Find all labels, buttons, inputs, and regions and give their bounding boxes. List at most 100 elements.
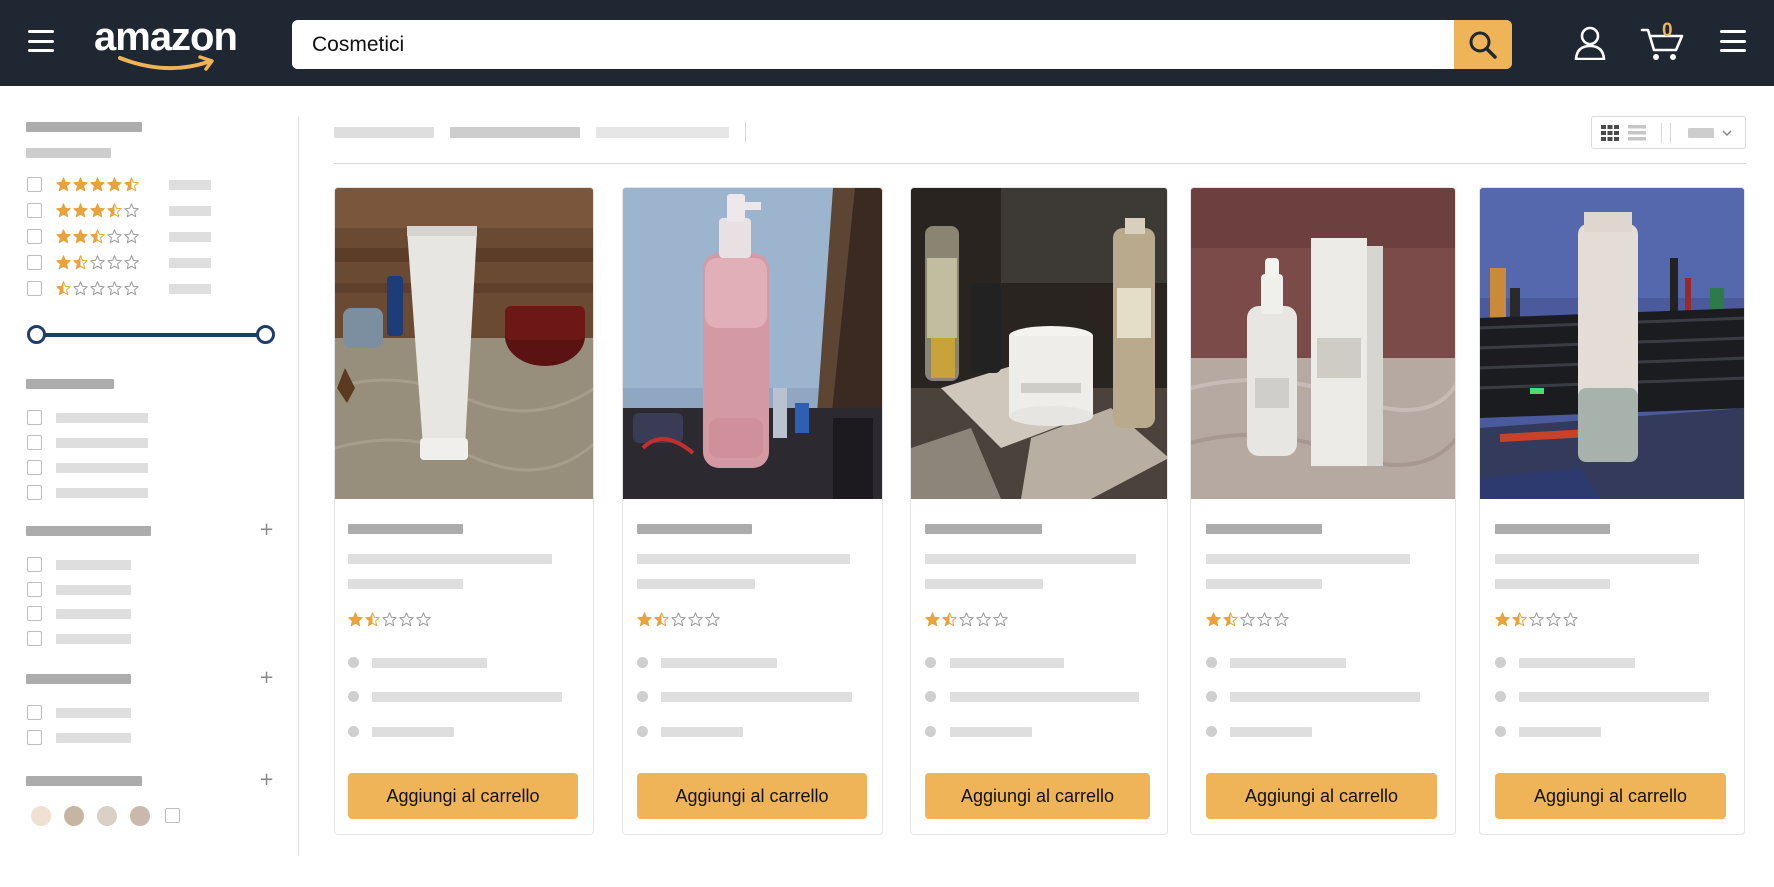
filter-group-heading-placeholder [26, 526, 151, 536]
product-card[interactable]: Aggiungi al carrello [334, 187, 594, 835]
color-swatch[interactable] [64, 806, 84, 826]
star-half-icon [73, 255, 88, 270]
add-to-cart-button[interactable]: Aggiungi al carrello [925, 773, 1150, 819]
rating-count-placeholder [169, 232, 211, 242]
search-button[interactable] [1454, 20, 1512, 69]
toolbar-separator [1670, 123, 1671, 143]
feature-bullet [925, 691, 936, 702]
color-swatch[interactable] [97, 806, 117, 826]
product-image[interactable] [1191, 188, 1455, 499]
add-to-cart-button[interactable]: Aggiungi al carrello [1206, 773, 1437, 819]
filter-checkbox[interactable] [27, 460, 42, 475]
star-empty-icon [90, 255, 105, 270]
product-rating-stars [1495, 612, 1578, 627]
color-swatch-more-checkbox[interactable] [165, 808, 180, 823]
rating-filter-checkbox[interactable] [27, 281, 42, 296]
rating-filter-stars[interactable] [56, 281, 139, 296]
feature-bullet [1206, 726, 1217, 737]
product-card[interactable]: Aggiungi al carrello [622, 187, 883, 835]
expand-plus-icon[interactable]: + [259, 667, 274, 688]
star-empty-icon [671, 612, 686, 627]
color-swatch[interactable] [31, 806, 51, 826]
feature-bullet [348, 726, 359, 737]
star-half-icon [1223, 612, 1238, 627]
search-input[interactable] [292, 20, 1454, 69]
filter-checkbox[interactable] [27, 631, 42, 646]
rating-count-placeholder [169, 258, 211, 268]
expand-plus-icon[interactable]: + [259, 769, 274, 790]
rating-filter-stars[interactable] [56, 177, 139, 192]
rating-count-placeholder [169, 284, 211, 294]
filter-checkbox[interactable] [27, 485, 42, 500]
product-card[interactable]: Aggiungi al carrello [1479, 187, 1745, 835]
product-image[interactable] [1480, 188, 1744, 499]
filter-option-placeholder [56, 463, 148, 473]
star-filled-icon [90, 177, 105, 192]
cart-button[interactable]: 0 [1640, 20, 1688, 64]
account-icon[interactable] [1574, 26, 1606, 60]
sort-dropdown[interactable] [1688, 125, 1738, 141]
product-image[interactable] [623, 188, 882, 499]
filter-checkbox[interactable] [27, 730, 42, 745]
menu-icon[interactable] [1720, 30, 1746, 52]
rating-filter-stars[interactable] [56, 203, 139, 218]
chevron-down-icon [1722, 130, 1732, 137]
product-title-placeholder [1206, 524, 1322, 534]
filter-checkbox[interactable] [27, 557, 42, 572]
feature-text-placeholder [950, 692, 1139, 702]
product-rating-stars [925, 612, 1008, 627]
rating-filter-checkbox[interactable] [27, 203, 42, 218]
filter-option-placeholder [56, 560, 131, 570]
star-half-icon [942, 612, 957, 627]
grid-view-icon[interactable] [1601, 125, 1619, 141]
filter-option-placeholder [56, 488, 148, 498]
filter-option-placeholder [56, 438, 148, 448]
rating-filter-stars[interactable] [56, 255, 139, 270]
rating-filter-checkbox[interactable] [27, 229, 42, 244]
star-filled-icon [107, 177, 122, 192]
list-view-icon[interactable] [1628, 125, 1646, 141]
star-empty-icon [90, 281, 105, 296]
filter-checkbox[interactable] [27, 705, 42, 720]
expand-plus-icon[interactable]: + [259, 519, 274, 540]
rating-filter-stars[interactable] [56, 229, 139, 244]
product-image[interactable] [335, 188, 593, 499]
feature-text-placeholder [661, 692, 852, 702]
rating-filter-checkbox[interactable] [27, 255, 42, 270]
star-empty-icon [976, 612, 991, 627]
product-title-placeholder [925, 524, 1042, 534]
menu-icon[interactable] [28, 30, 54, 52]
filter-option-placeholder [56, 585, 131, 595]
filter-option-placeholder [56, 413, 148, 423]
star-empty-icon [124, 203, 139, 218]
price-slider-min-handle[interactable] [27, 325, 46, 344]
product-description-placeholder [925, 579, 1043, 589]
amazon-logo[interactable]: amazon [94, 14, 244, 72]
add-to-cart-button[interactable]: Aggiungi al carrello [348, 773, 578, 819]
product-rating-stars [1206, 612, 1289, 627]
star-empty-icon [382, 612, 397, 627]
breadcrumb-placeholder[interactable] [596, 127, 729, 138]
filter-option-placeholder [56, 634, 131, 644]
breadcrumb-placeholder[interactable] [334, 127, 434, 138]
filter-checkbox[interactable] [27, 606, 42, 621]
feature-text-placeholder [1230, 727, 1312, 737]
product-card[interactable]: Aggiungi al carrello [1190, 187, 1456, 835]
star-half-icon [56, 281, 71, 296]
color-swatch[interactable] [130, 806, 150, 826]
star-filled-icon [73, 177, 88, 192]
filter-checkbox[interactable] [27, 410, 42, 425]
product-image[interactable] [911, 188, 1167, 499]
breadcrumb-placeholder[interactable] [450, 127, 580, 138]
add-to-cart-button[interactable]: Aggiungi al carrello [637, 773, 867, 819]
search-bar [292, 20, 1512, 69]
add-to-cart-button[interactable]: Aggiungi al carrello [1495, 773, 1726, 819]
price-slider-max-handle[interactable] [256, 325, 275, 344]
filter-checkbox[interactable] [27, 582, 42, 597]
star-empty-icon [1529, 612, 1544, 627]
product-card[interactable]: Aggiungi al carrello [910, 187, 1168, 835]
price-slider-track [36, 333, 266, 337]
rating-filter-checkbox[interactable] [27, 177, 42, 192]
toolbar-separator [745, 122, 746, 142]
filter-checkbox[interactable] [27, 435, 42, 450]
